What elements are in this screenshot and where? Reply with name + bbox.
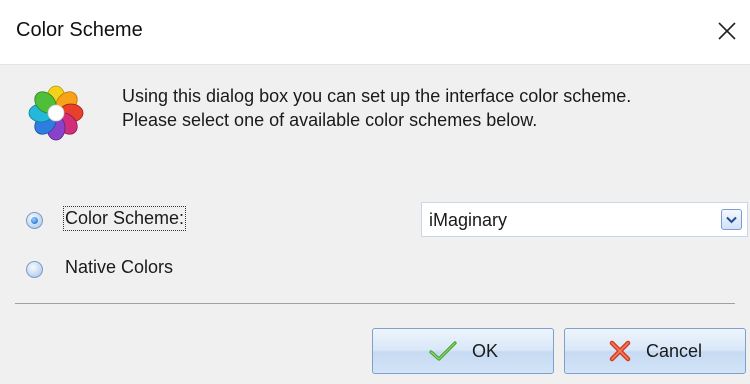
window-title: Color Scheme — [16, 19, 143, 41]
close-icon — [718, 22, 736, 40]
close-button[interactable] — [704, 8, 750, 54]
dropdown-button[interactable] — [721, 209, 742, 230]
description-line-2: Please select one of available color sch… — [122, 110, 538, 130]
cancel-button[interactable]: Cancel — [564, 328, 746, 374]
separator — [15, 303, 735, 304]
description-text: Using this dialog box you can set up the… — [122, 84, 631, 132]
check-icon — [428, 340, 458, 362]
ok-button[interactable]: OK — [372, 328, 554, 374]
dialog-body: Using this dialog box you can set up the… — [0, 64, 750, 384]
color-scheme-select[interactable]: iMaginary — [421, 202, 748, 237]
description-line-1: Using this dialog box you can set up the… — [122, 86, 632, 106]
chevron-down-icon — [726, 216, 737, 223]
ok-button-label: OK — [471, 340, 498, 361]
native-colors-radio[interactable] — [26, 261, 43, 278]
native-colors-label[interactable]: Native Colors — [65, 257, 173, 278]
color-scheme-radio[interactable] — [26, 212, 43, 229]
cross-icon — [608, 339, 632, 363]
color-scheme-select-value: iMaginary — [429, 210, 508, 230]
flower-icon — [28, 85, 84, 141]
color-scheme-label[interactable]: Color Scheme: — [62, 206, 187, 231]
title-bar: Color Scheme — [0, 0, 750, 64]
cancel-button-label: Cancel — [645, 340, 703, 361]
